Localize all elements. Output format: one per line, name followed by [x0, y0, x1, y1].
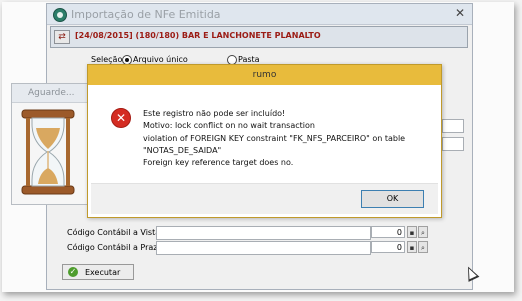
ok-button[interactable]: OK — [361, 190, 424, 208]
codigo-vista-search-icon[interactable]: ⌕ — [418, 226, 428, 238]
message-line: "NOTAS_DE_SAIDA" — [143, 145, 222, 155]
selection-label: Seleção — [91, 55, 123, 64]
codigo-prazo-lookup-button[interactable]: ▪ — [407, 241, 417, 253]
codigo-prazo-search-icon[interactable]: ⌕ — [418, 241, 428, 253]
company-header-text: [24/08/2015] (180/180) BAR E LANCHONETE … — [75, 31, 321, 40]
codigo-vista-input[interactable] — [156, 226, 371, 240]
error-dialog: rumo ✕ Este registro não pode ser incluí… — [87, 64, 442, 218]
message-line: violation of FOREIGN KEY constraint "FK_… — [143, 133, 406, 143]
error-icon: ✕ — [111, 108, 131, 128]
codigo-vista-label: Código Contábil a Vista — [67, 228, 161, 237]
radio-pasta-label: Pasta — [238, 55, 260, 64]
executar-label: Executar — [85, 268, 121, 277]
window-title: Importação de NFe Emitida — [71, 8, 221, 21]
message-line: Motivo: lock conflict on no wait transac… — [143, 121, 315, 131]
radio-arquivo-unico-label: Arquivo único — [133, 55, 188, 64]
check-icon: ✓ — [68, 267, 78, 277]
executar-button[interactable]: ✓ Executar — [62, 264, 134, 280]
close-icon[interactable]: ✕ — [452, 6, 468, 21]
swap-arrows-icon[interactable]: ⇄ — [54, 30, 70, 44]
hourglass-icon — [21, 109, 75, 195]
company-header: ⇄ [24/08/2015] (180/180) BAR E LANCHONET… — [50, 26, 468, 48]
dialog-body: ✕ Este registro não pode ser incluído! M… — [91, 87, 438, 214]
codigo-prazo-label: Código Contábil a Prazo — [67, 243, 163, 252]
dialog-footer: OK — [91, 183, 438, 214]
error-message: Este registro não pode ser incluído! Mot… — [143, 108, 405, 169]
hidden-field-edge[interactable] — [442, 137, 464, 151]
window-titlebar[interactable]: Importação de NFe Emitida ✕ — [47, 4, 472, 25]
codigo-vista-number[interactable]: 0 — [371, 226, 405, 238]
codigo-prazo-input[interactable] — [156, 241, 371, 255]
waiting-title: Aguarde... — [28, 88, 75, 98]
codigo-prazo-number[interactable]: 0 — [371, 241, 405, 253]
app-logo-icon — [53, 8, 67, 22]
message-line: Este registro não pode ser incluído! — [143, 109, 286, 118]
dialog-title: rumo — [252, 70, 277, 80]
hidden-field-edge[interactable] — [442, 119, 464, 133]
message-line: Foreign key reference target does no. — [143, 158, 294, 168]
dialog-titlebar[interactable]: rumo — [88, 65, 441, 85]
codigo-vista-lookup-button[interactable]: ▪ — [407, 226, 417, 238]
